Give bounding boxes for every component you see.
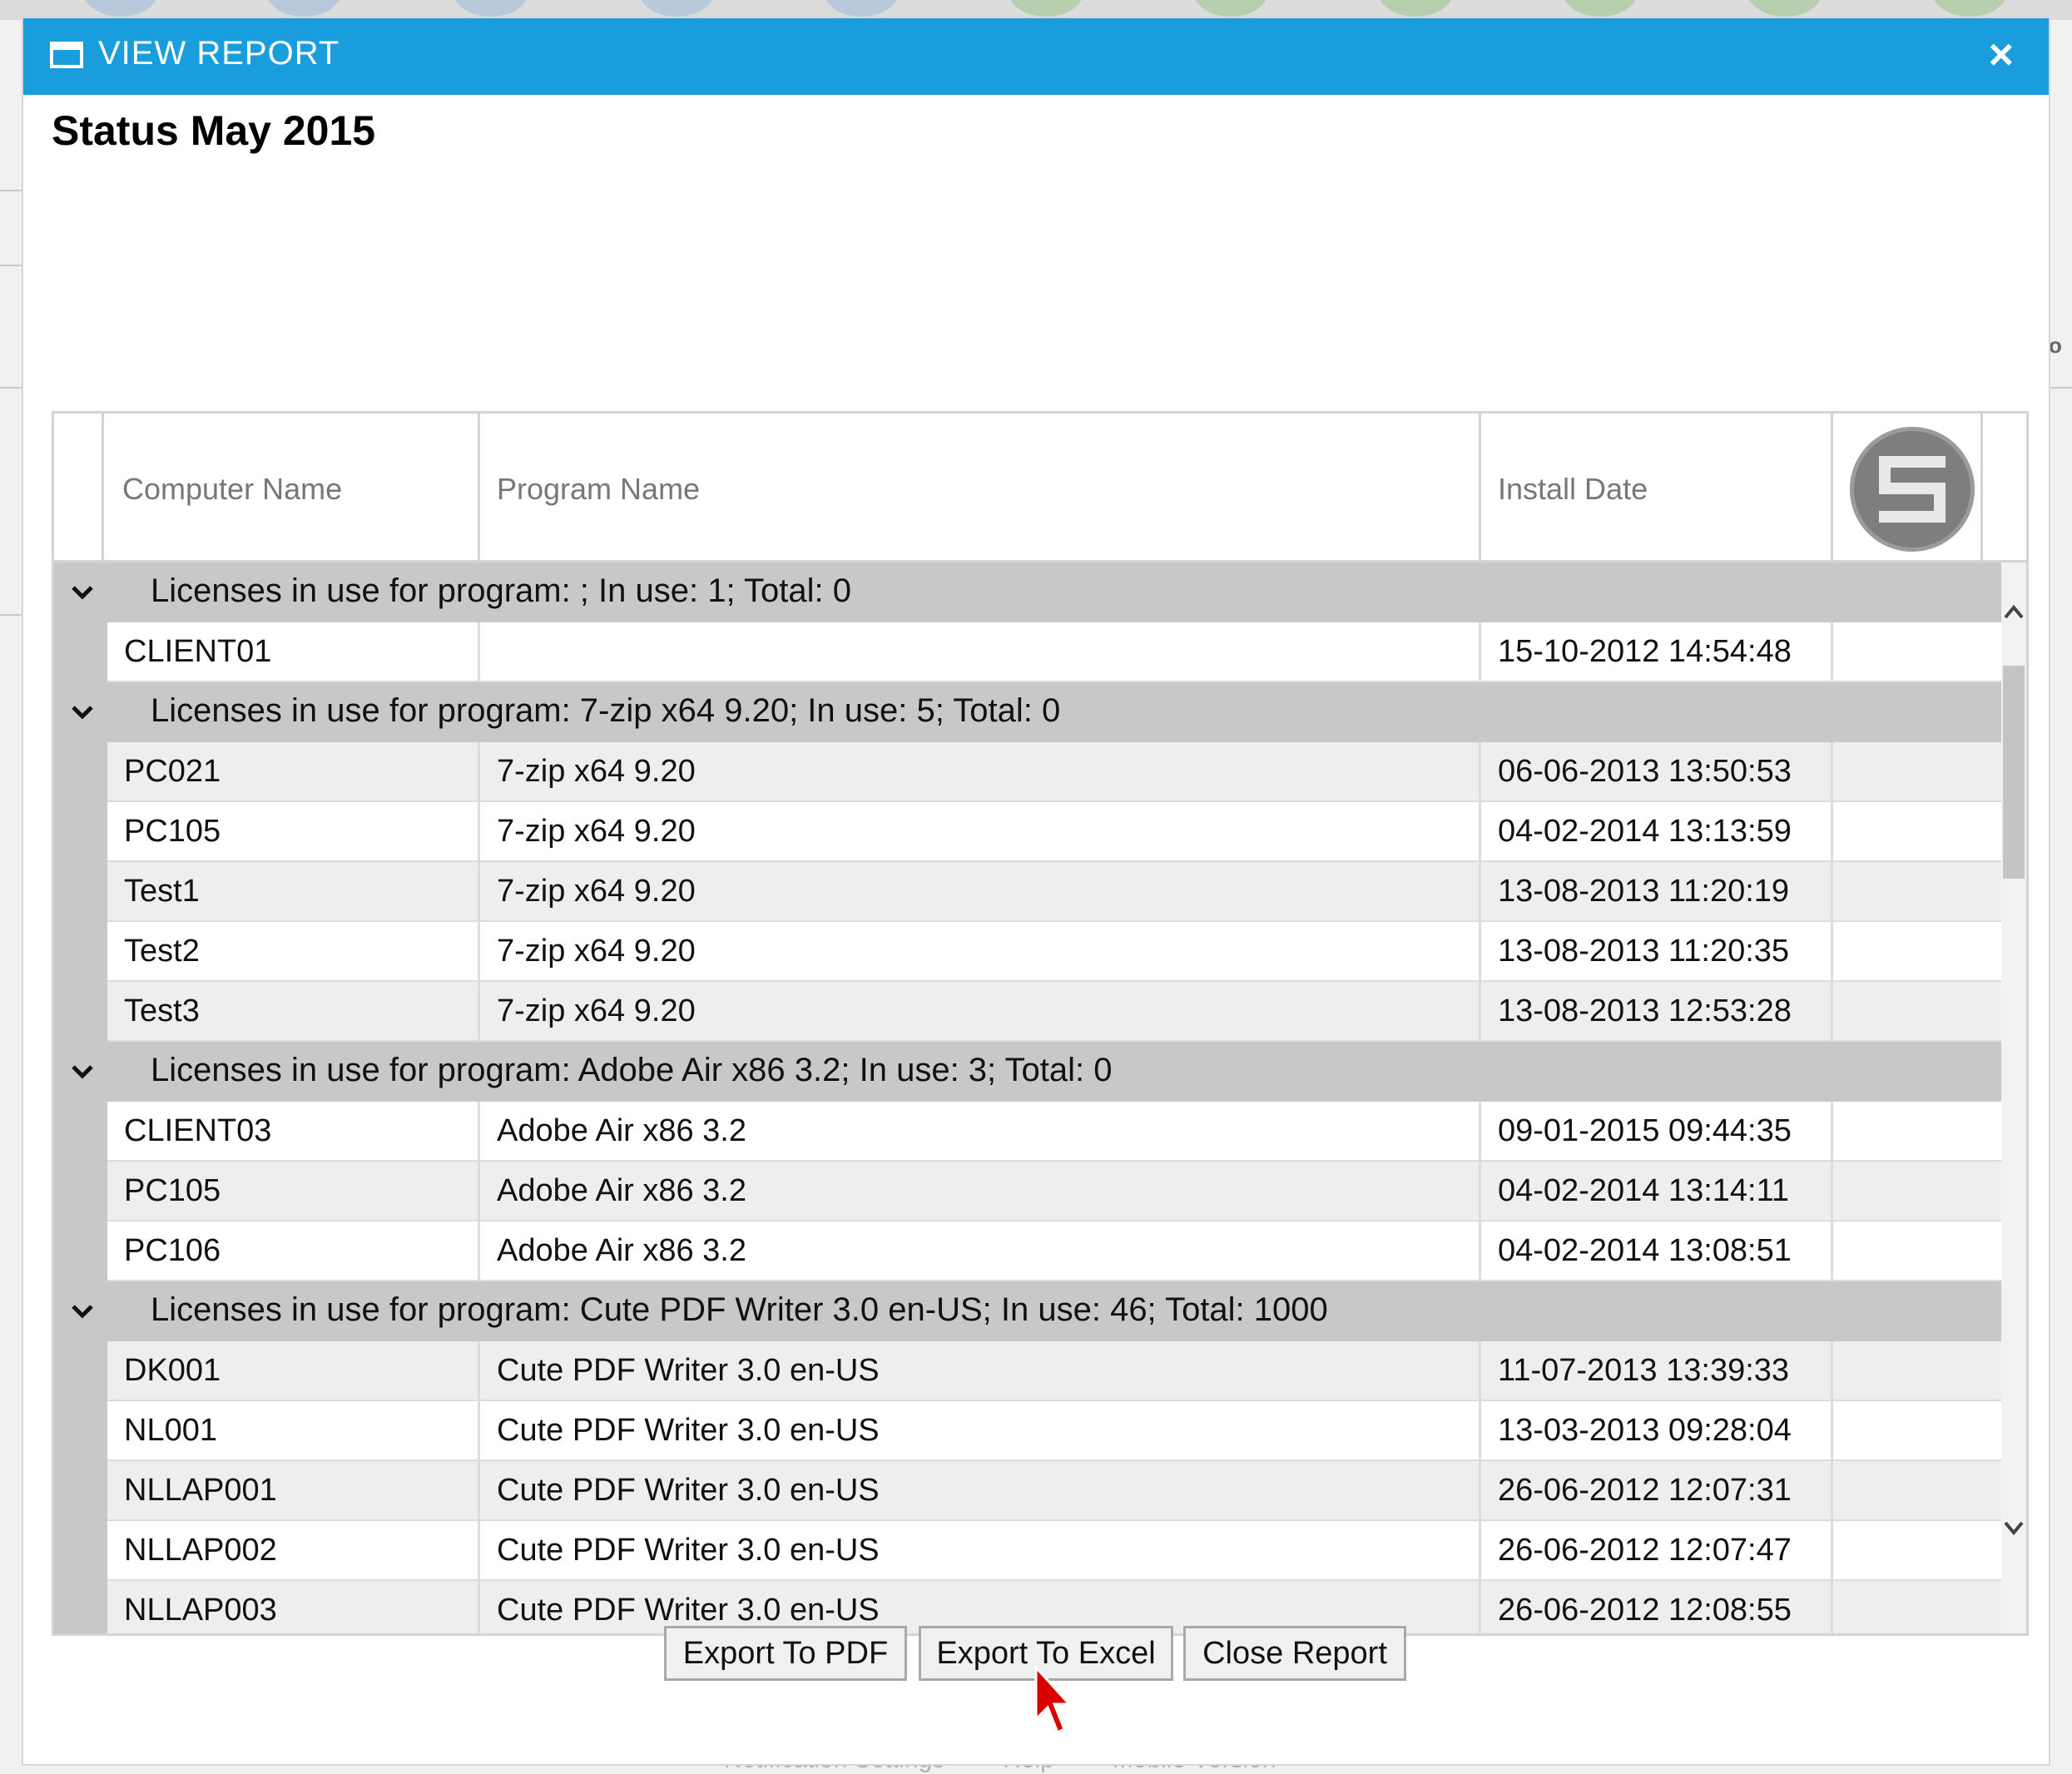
row-divider xyxy=(107,1401,2001,1461)
vertical-scrollbar[interactable] xyxy=(2001,562,2026,1633)
row-divider xyxy=(107,742,2001,802)
table-row[interactable]: Test1 7-zip x64 9.20 13-08-2013 11:20:19 xyxy=(54,862,2001,922)
header-program-name[interactable]: Program Name xyxy=(480,414,1481,560)
dialog-titlebar[interactable]: VIEW REPORT × xyxy=(23,18,2049,95)
group-row[interactable]: Licenses in use for program: Adobe Air x… xyxy=(54,1042,2001,1102)
row-divider xyxy=(107,1461,2001,1521)
view-report-dialog: VIEW REPORT × Status May 2015 Computer N… xyxy=(23,18,2049,1764)
grid-header: Computer Name Program Name Install Date xyxy=(54,414,2026,562)
row-divider xyxy=(107,862,2001,922)
export-to-pdf-button[interactable]: Export To PDF xyxy=(664,1626,907,1681)
chevron-down-icon[interactable] xyxy=(67,1057,97,1087)
table-row[interactable]: NLLAP001 Cute PDF Writer 3.0 en-US 26-06-2… xyxy=(54,1461,2001,1521)
table-row[interactable]: NLLAP002 Cute PDF Writer 3.0 en-US 26-06-2… xyxy=(54,1521,2001,1581)
table-row[interactable]: Test3 7-zip x64 9.20 13-08-2013 12:53:28 xyxy=(54,982,2001,1042)
app-logo xyxy=(1850,427,1975,552)
report-title: Status May 2015 xyxy=(52,107,376,154)
group-label: Licenses in use for program: Cute PDF Wr… xyxy=(151,1291,1328,1328)
background-toolbar-icon xyxy=(454,0,528,17)
group-row[interactable]: Licenses in use for program: ; In use: 1… xyxy=(54,562,2001,622)
grid-body[interactable]: Licenses in use for program: ; In use: 1… xyxy=(54,562,2001,1633)
row-divider xyxy=(107,1221,2001,1281)
background-toolbar-icon xyxy=(83,0,158,17)
header-install-date[interactable]: Install Date xyxy=(1481,414,1833,560)
chevron-down-icon[interactable] xyxy=(67,1296,97,1326)
window-icon xyxy=(50,42,83,68)
background-divider xyxy=(0,265,23,266)
background-toolbar-icon xyxy=(1378,0,1453,17)
group-row[interactable]: Licenses in use for program: 7-zip x64 9… xyxy=(54,682,2001,742)
background-divider xyxy=(2049,387,2072,389)
scroll-up-icon[interactable] xyxy=(2001,596,2026,629)
table-row[interactable]: CLIENT01 15-10-2012 14:54:48 xyxy=(54,622,2001,682)
row-divider xyxy=(107,802,2001,862)
scroll-thumb[interactable] xyxy=(2003,666,2025,879)
group-label: Licenses in use for program: Adobe Air x… xyxy=(151,1052,1113,1088)
background-divider xyxy=(0,614,23,616)
group-label: Licenses in use for program: 7-zip x64 9… xyxy=(151,692,1061,729)
header-computer-name[interactable]: Computer Name xyxy=(104,414,480,560)
background-toolbar-icon xyxy=(824,0,899,17)
scroll-down-icon[interactable] xyxy=(2001,1511,2026,1544)
header-expand-column xyxy=(54,414,104,560)
background-toolbar-icon xyxy=(1932,0,2007,17)
background-toolbar-icon xyxy=(1193,0,1268,17)
background-toolbar-icon xyxy=(1747,0,1822,17)
row-divider xyxy=(107,1521,2001,1581)
table-row[interactable]: PC105 Adobe Air x86 3.2 04-02-2014 13:14:1… xyxy=(54,1162,2001,1221)
background-toolbar-icon xyxy=(1009,0,1083,17)
background-toolbar-icon xyxy=(639,0,714,17)
report-grid: Computer Name Program Name Install Date xyxy=(52,411,2029,1636)
table-row[interactable]: PC105 7-zip x64 9.20 04-02-2014 13:13:59 xyxy=(54,802,2001,862)
table-row[interactable]: PC106 Adobe Air x86 3.2 04-02-2014 13:08:5… xyxy=(54,1221,2001,1281)
row-divider xyxy=(107,622,2001,682)
background-divider xyxy=(0,190,23,191)
row-divider xyxy=(107,982,2001,1042)
header-label: Install Date xyxy=(1498,472,1648,506)
table-row[interactable]: DK001 Cute PDF Writer 3.0 en-US 11-07-2013… xyxy=(54,1341,2001,1401)
row-divider xyxy=(107,922,2001,982)
app-logo-mark xyxy=(1879,456,1946,523)
row-divider xyxy=(107,1341,2001,1401)
dialog-title: VIEW REPORT xyxy=(98,35,340,72)
background-toolbar-icon xyxy=(266,0,341,17)
background-divider xyxy=(0,387,23,389)
group-row[interactable]: Licenses in use for program: Cute PDF Wr… xyxy=(54,1281,2001,1341)
row-divider xyxy=(107,1102,2001,1162)
close-icon[interactable]: × xyxy=(1989,30,2014,80)
group-label: Licenses in use for program: ; In use: 1… xyxy=(151,572,851,609)
table-row[interactable]: Test2 7-zip x64 9.20 13-08-2013 11:20:35 xyxy=(54,922,2001,982)
table-row[interactable]: CLIENT03 Adobe Air x86 3.2 09-01-2015 09:4… xyxy=(54,1102,2001,1162)
background-toolbar-icon xyxy=(1563,0,1638,17)
header-label: Computer Name xyxy=(122,472,343,506)
background-toolbar xyxy=(0,0,2072,20)
table-row[interactable]: PC021 7-zip x64 9.20 06-06-2013 13:50:53 xyxy=(54,742,2001,802)
row-divider xyxy=(107,1162,2001,1221)
chevron-down-icon[interactable] xyxy=(67,697,97,727)
table-row[interactable]: NL001 Cute PDF Writer 3.0 en-US 13-03-2013… xyxy=(54,1401,2001,1461)
close-report-button[interactable]: Close Report xyxy=(1183,1626,1406,1681)
background-clipped-text: o xyxy=(2049,333,2062,358)
header-label: Program Name xyxy=(497,472,701,506)
chevron-down-icon[interactable] xyxy=(67,577,97,607)
mouse-cursor-icon xyxy=(1034,1666,1071,1735)
